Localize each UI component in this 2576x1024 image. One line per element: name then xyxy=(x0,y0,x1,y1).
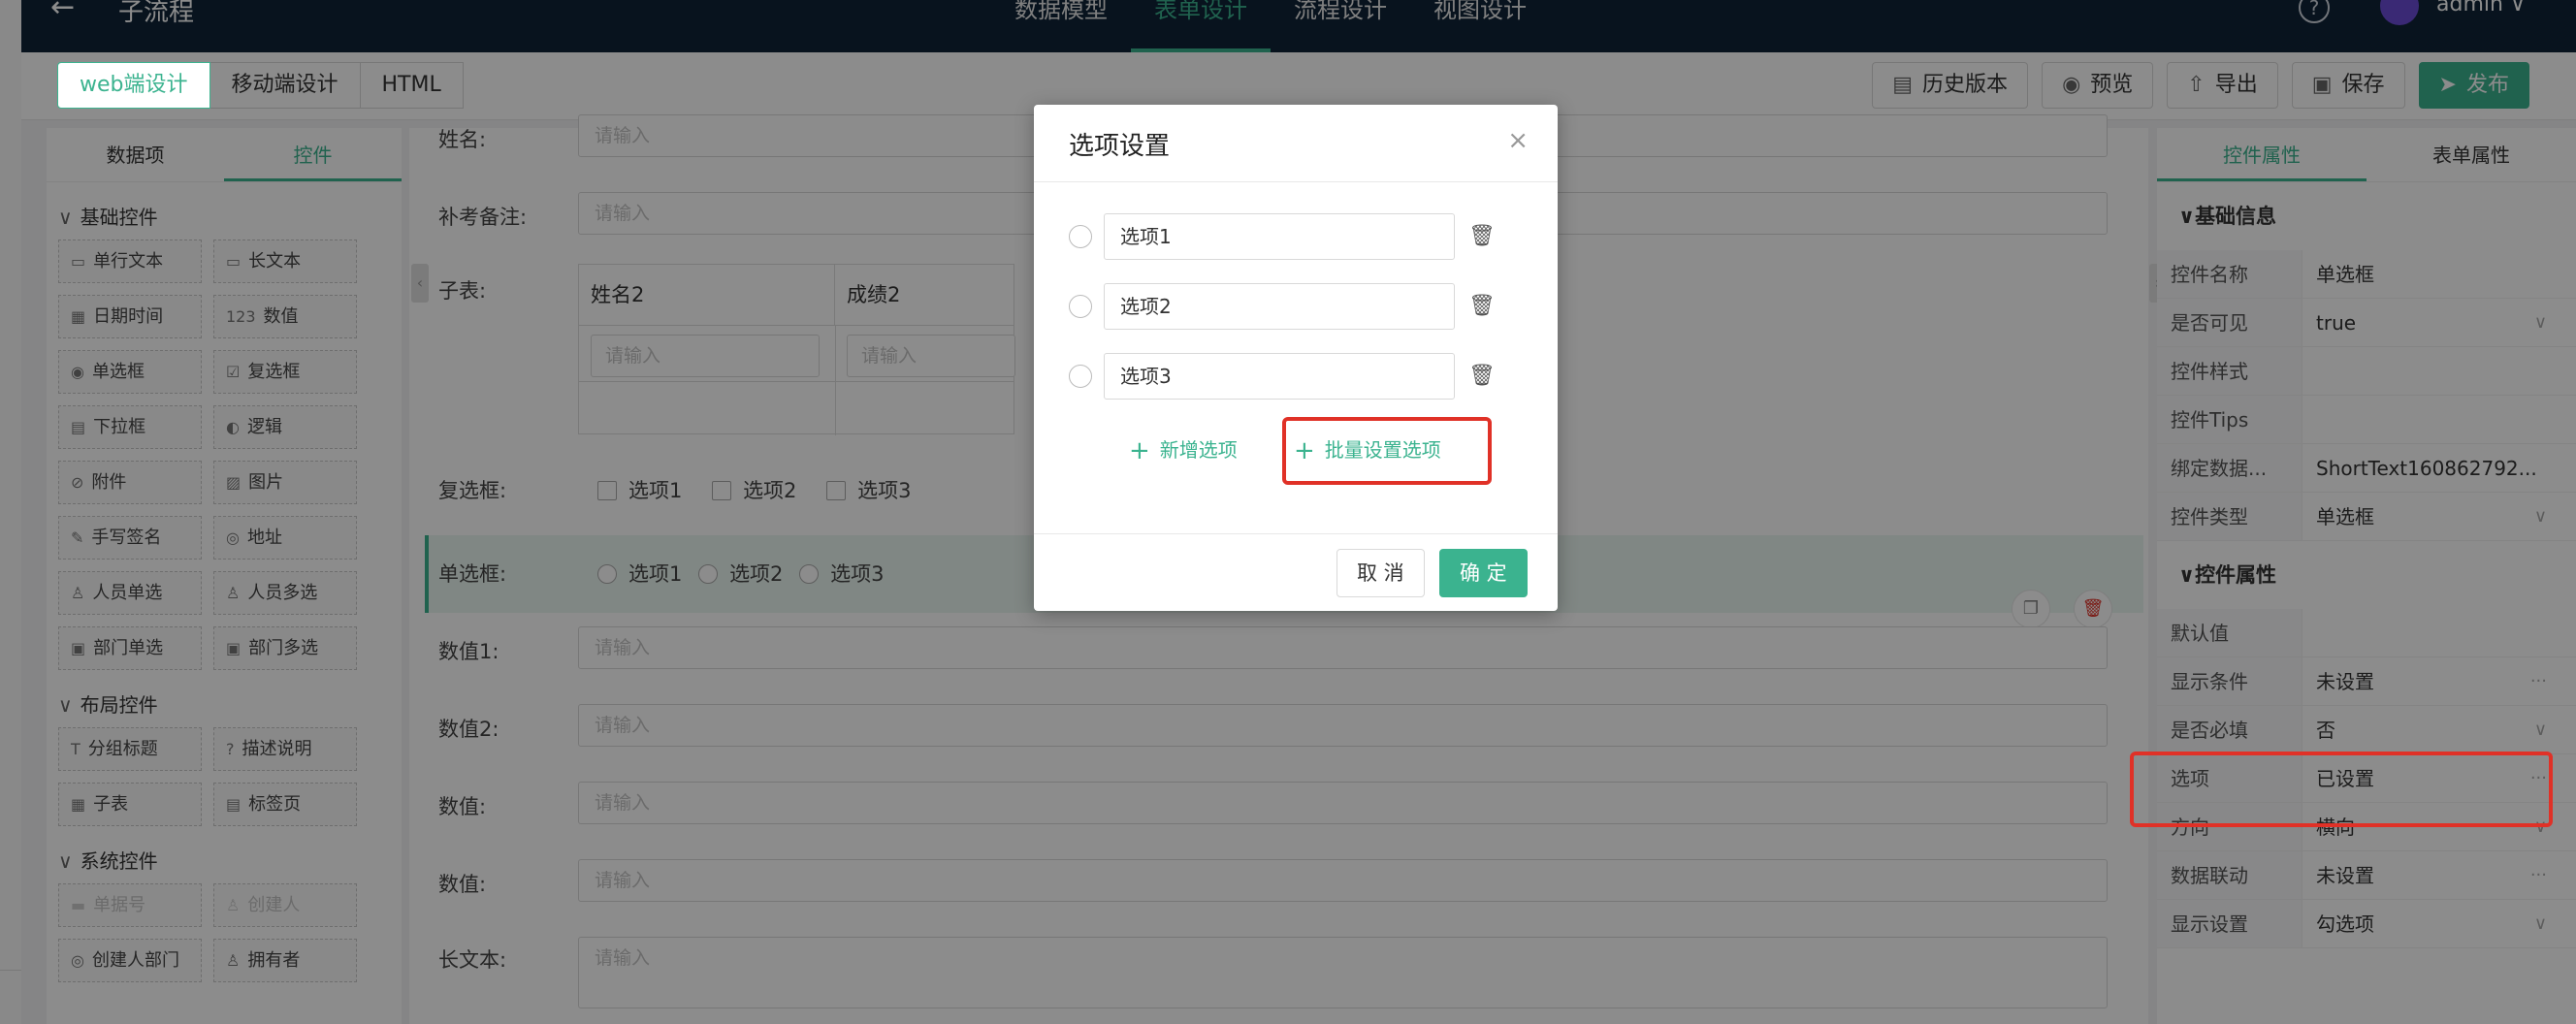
option-input[interactable]: 选项1 xyxy=(1104,213,1455,260)
close-icon[interactable]: × xyxy=(1507,126,1529,155)
highlight-options-row xyxy=(2130,752,2553,827)
ok-button[interactable]: 确 定 xyxy=(1439,549,1528,597)
plus-icon: + xyxy=(1129,436,1150,465)
trash-icon[interactable]: 🗑 xyxy=(1468,283,1496,330)
option-row: 选项3 🗑 xyxy=(1069,353,1496,400)
trash-icon[interactable]: 🗑 xyxy=(1468,213,1496,260)
trash-icon[interactable]: 🗑 xyxy=(1468,353,1496,400)
option-input[interactable]: 选项3 xyxy=(1104,353,1455,400)
dialog-header: 选项设置 × xyxy=(1034,105,1558,182)
add-option-label: 新增选项 xyxy=(1159,438,1238,462)
option-row: 选项2 🗑 xyxy=(1069,283,1496,330)
radio-icon xyxy=(1069,365,1092,388)
cancel-button[interactable]: 取 消 xyxy=(1336,549,1425,597)
option-row: 选项1 🗑 xyxy=(1069,213,1496,260)
option-input[interactable]: 选项2 xyxy=(1104,283,1455,330)
radio-icon xyxy=(1069,225,1092,248)
radio-icon xyxy=(1069,295,1092,318)
add-option-button[interactable]: + 新增选项 xyxy=(1129,434,1238,465)
highlight-batch-option xyxy=(1282,417,1492,485)
dialog-footer xyxy=(1034,533,1558,534)
dialog-title: 选项设置 xyxy=(1069,132,1171,161)
options-dialog: 选项设置 × 选项1 🗑 选项2 🗑 选项3 🗑 + 新增选项 + 批量设置选项 取… xyxy=(1034,105,1558,611)
mode-web[interactable]: web端设计 xyxy=(57,62,210,109)
